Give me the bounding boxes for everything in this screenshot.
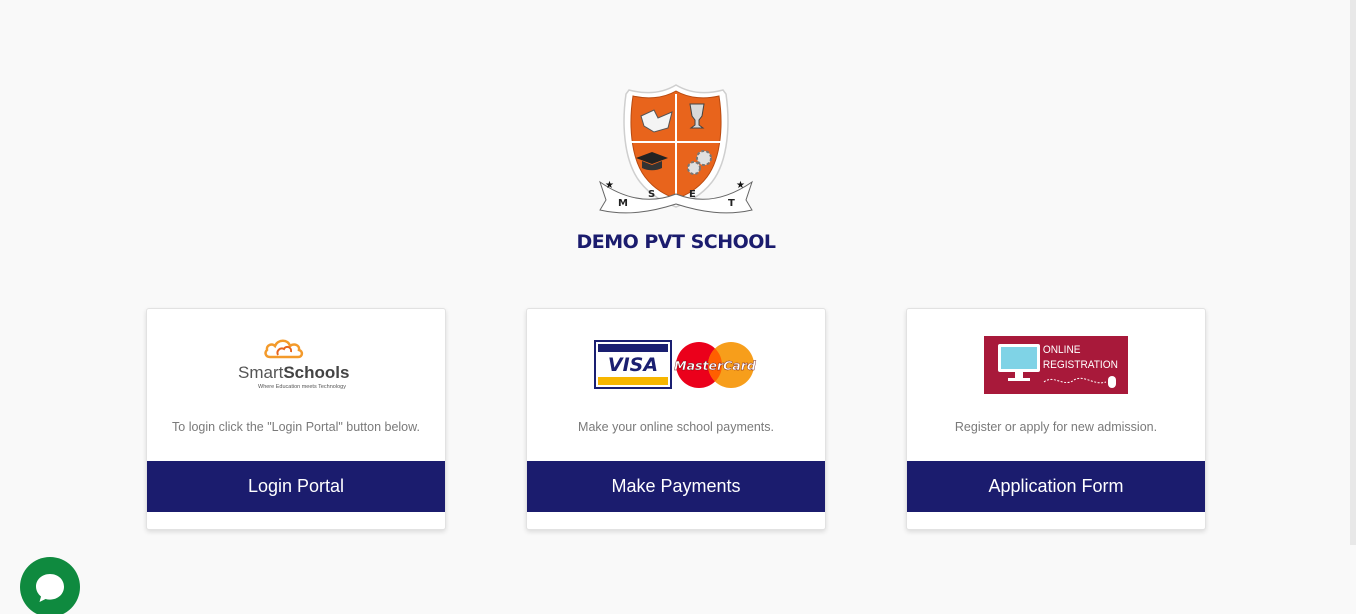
- svg-text:SmartSchools: SmartSchools: [238, 363, 349, 382]
- chat-button[interactable]: [20, 557, 80, 614]
- smartschools-logo: SmartSchools Where Education meets Techn…: [147, 333, 445, 397]
- login-portal-description: To login click the "Login Portal" button…: [172, 420, 420, 434]
- chat-bubble-icon: [36, 574, 64, 602]
- application-form-card: ONLINE REGISTRATION Register or apply fo…: [906, 308, 1206, 530]
- smartschools-bold-text: Schools: [283, 363, 349, 382]
- crest-letter-s: S: [648, 189, 655, 200]
- online-text: ONLINE: [1043, 344, 1081, 356]
- mastercard-logo: MasterCard: [674, 342, 757, 388]
- crest-letter-m: M: [618, 198, 628, 209]
- mastercard-text: MasterCard: [674, 358, 757, 373]
- make-payments-card: VISA MasterCard Make your online school …: [526, 308, 826, 530]
- school-crest-logo: M S E T ★ ★: [599, 84, 753, 214]
- scrollbar[interactable]: [1350, 0, 1356, 545]
- svg-text:★: ★: [605, 180, 614, 191]
- cloud-icon: [264, 339, 304, 359]
- crest-letter-t: T: [728, 198, 735, 209]
- crest-letter-e: E: [689, 189, 696, 200]
- landing-page: M S E T ★ ★ DEMO PVT SCHOOL SmartSchools…: [0, 0, 1356, 614]
- make-payments-description: Make your online school payments.: [578, 420, 774, 434]
- online-registration-banner: ONLINE REGISTRATION: [907, 333, 1205, 397]
- visa-text: VISA: [608, 354, 658, 376]
- smartschools-tagline: Where Education meets Technology: [258, 384, 346, 390]
- smartschools-light-text: Smart: [238, 363, 284, 382]
- registration-text: REGISTRATION: [1043, 359, 1118, 371]
- school-name: DEMO PVT SCHOOL: [576, 231, 776, 253]
- login-portal-card: SmartSchools Where Education meets Techn…: [146, 308, 446, 530]
- payment-cards-logo: VISA MasterCard: [527, 333, 825, 397]
- make-payments-button[interactable]: Make Payments: [527, 461, 825, 512]
- login-portal-button[interactable]: Login Portal: [147, 461, 445, 512]
- application-form-button[interactable]: Application Form: [907, 461, 1205, 512]
- mouse-icon: [1108, 376, 1116, 388]
- visa-logo: VISA: [594, 340, 672, 389]
- application-form-description: Register or apply for new admission.: [954, 420, 1158, 434]
- svg-text:★: ★: [736, 180, 745, 191]
